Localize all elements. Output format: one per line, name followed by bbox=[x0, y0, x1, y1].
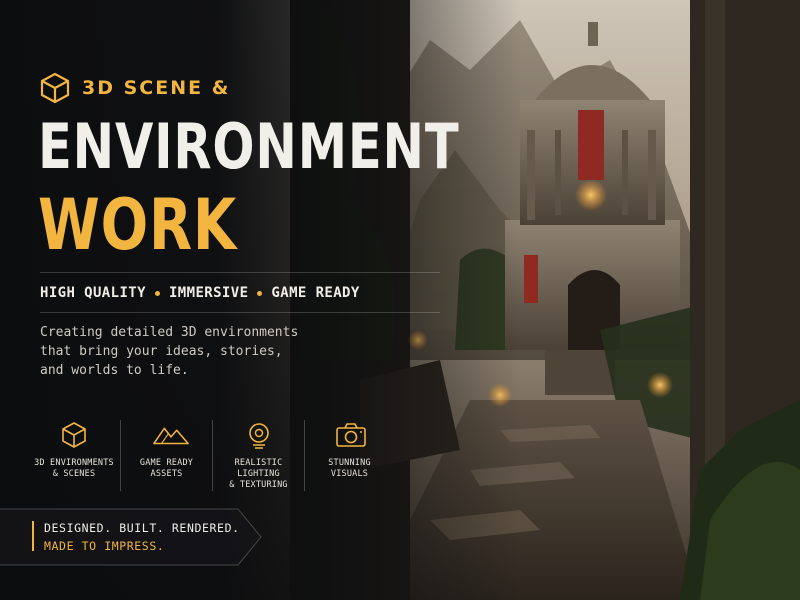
divider-top bbox=[40, 272, 440, 273]
accent-bar bbox=[32, 521, 34, 551]
light-globe-icon bbox=[244, 420, 274, 450]
eyebrow: 3D SCENE & bbox=[40, 72, 230, 104]
bullet-dot bbox=[154, 290, 160, 296]
slogan-banner: DESIGNED. BUILT. RENDERED. MADE TO IMPRE… bbox=[0, 508, 262, 566]
feature-3d-environments: 3D ENVIRONMENTS & SCENES bbox=[28, 420, 120, 491]
description: Creating detailed 3D environments that b… bbox=[40, 325, 299, 378]
feature-stunning-visuals: STUNNING VISUALS bbox=[304, 420, 394, 491]
tagline-item: HIGH QUALITY bbox=[40, 285, 146, 301]
eyebrow-text: 3D SCENE & bbox=[82, 77, 231, 99]
feature-label: GAME READY ASSETS bbox=[139, 458, 194, 479]
mountains-icon bbox=[152, 420, 189, 450]
feature-realistic-lighting: REALISTIC LIGHTING & TEXTURING bbox=[212, 420, 304, 491]
title-line-1: ENVIRONMENT bbox=[38, 110, 460, 183]
cube-icon bbox=[40, 72, 70, 104]
tagline-item: GAME READY bbox=[271, 285, 360, 301]
tagline-item: IMMERSIVE bbox=[168, 285, 249, 301]
cube-icon bbox=[59, 420, 89, 450]
feature-label: 3D ENVIRONMENTS & SCENES bbox=[34, 458, 114, 479]
bullet-dot bbox=[257, 290, 263, 296]
banner-line-1: DESIGNED. BUILT. RENDERED. bbox=[44, 521, 240, 535]
feature-game-ready-assets: GAME READY ASSETS bbox=[120, 420, 212, 491]
tagline: HIGH QUALITY IMMERSIVE GAME READY bbox=[40, 285, 360, 301]
feature-label: STUNNING VISUALS bbox=[328, 458, 371, 479]
banner-line-2: MADE TO IMPRESS. bbox=[44, 539, 165, 553]
feature-row: 3D ENVIRONMENTS & SCENES GAME READY ASSE… bbox=[28, 420, 394, 491]
title-line-2: WORK bbox=[38, 184, 238, 266]
divider-bottom bbox=[40, 312, 440, 313]
banner-shape bbox=[0, 508, 262, 566]
camera-icon bbox=[335, 420, 366, 450]
feature-label: REALISTIC LIGHTING & TEXTURING bbox=[229, 458, 288, 490]
